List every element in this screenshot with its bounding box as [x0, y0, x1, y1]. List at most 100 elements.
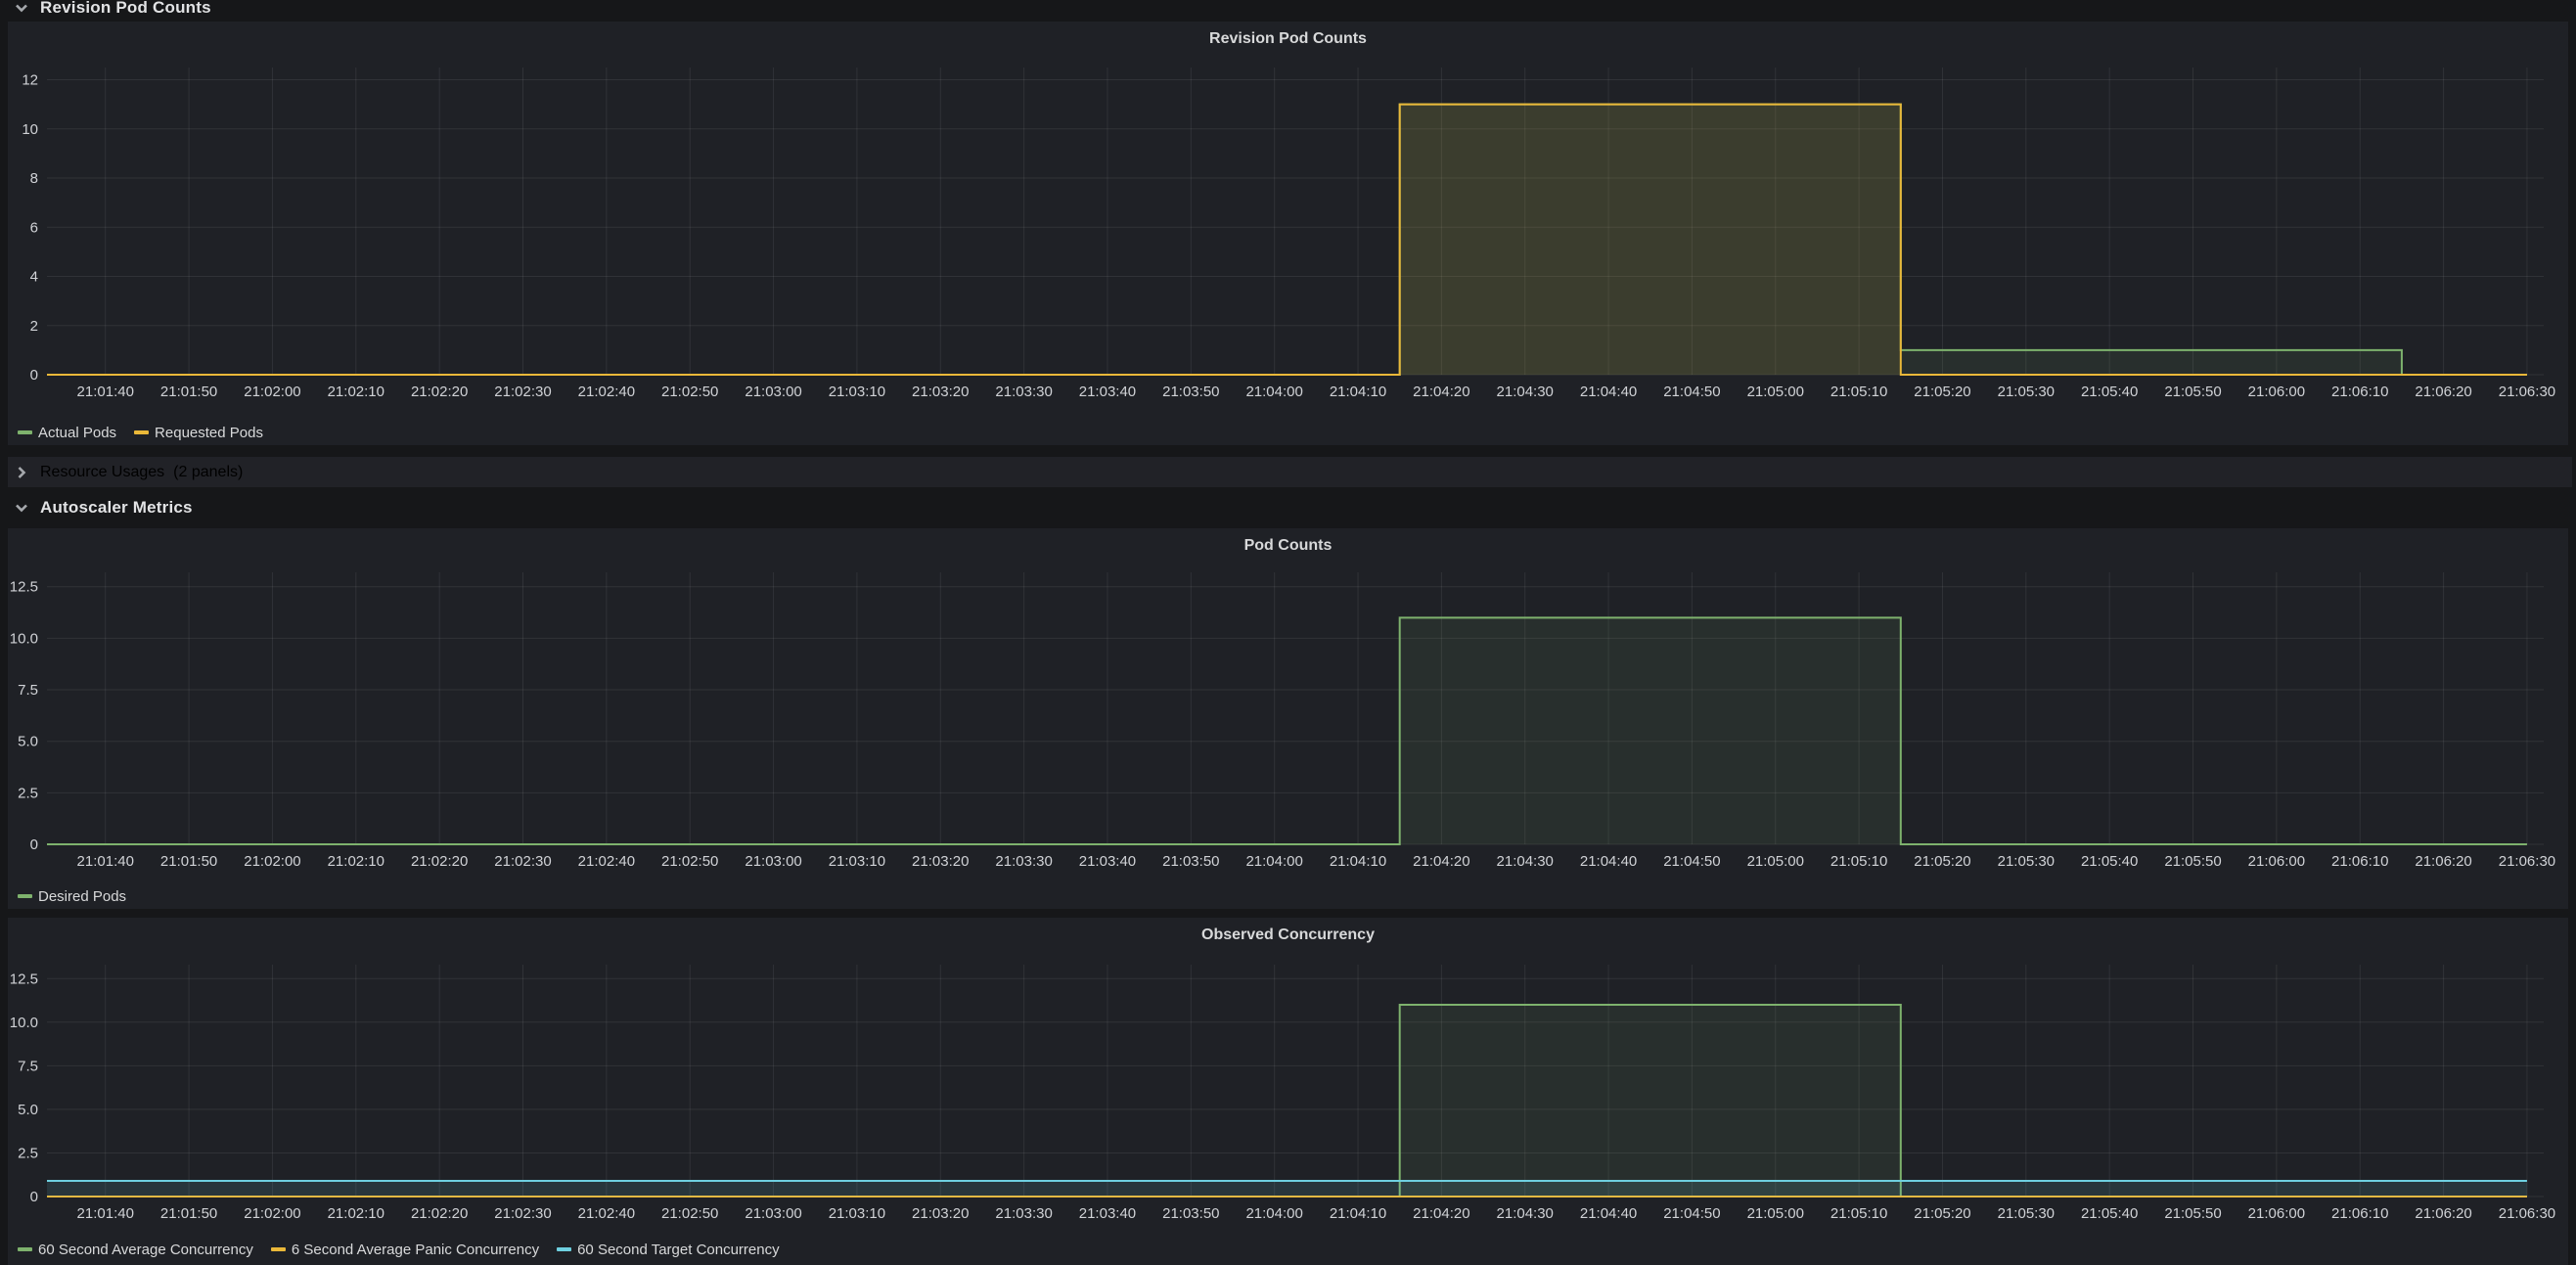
svg-text:21:03:10: 21:03:10 — [829, 1205, 885, 1222]
svg-text:21:05:00: 21:05:00 — [1747, 384, 1804, 400]
svg-text:0: 0 — [30, 1189, 38, 1205]
svg-text:21:02:10: 21:02:10 — [328, 384, 384, 400]
svg-text:21:04:40: 21:04:40 — [1580, 853, 1637, 870]
svg-text:21:03:40: 21:03:40 — [1079, 853, 1136, 870]
svg-text:21:01:50: 21:01:50 — [160, 1205, 217, 1222]
svg-text:21:05:30: 21:05:30 — [1998, 384, 2055, 400]
svg-text:21:05:20: 21:05:20 — [1914, 1205, 1970, 1222]
chevron-right-icon — [12, 463, 31, 482]
svg-text:21:03:40: 21:03:40 — [1079, 384, 1136, 400]
svg-text:21:06:00: 21:06:00 — [2248, 384, 2305, 400]
panel-title[interactable]: Revision Pod Counts — [8, 22, 2568, 57]
svg-text:21:05:20: 21:05:20 — [1914, 853, 1970, 870]
panel-observed-concurrency: Observed Concurrency 02.55.07.510.012.52… — [8, 918, 2568, 1265]
grafana-dashboard: Revision Pod Counts Revision Pod Counts … — [0, 0, 2576, 1265]
svg-text:7.5: 7.5 — [18, 682, 38, 699]
series-color-dash — [18, 430, 32, 434]
svg-text:21:06:00: 21:06:00 — [2248, 853, 2305, 870]
svg-text:7.5: 7.5 — [18, 1058, 38, 1074]
svg-text:21:02:40: 21:02:40 — [578, 384, 635, 400]
svg-text:21:05:40: 21:05:40 — [2081, 384, 2138, 400]
svg-text:21:04:50: 21:04:50 — [1663, 1205, 1720, 1222]
svg-text:21:02:50: 21:02:50 — [661, 853, 718, 870]
legend: 60 Second Average Concurrency 6 Second A… — [8, 1237, 2568, 1262]
svg-text:21:02:30: 21:02:30 — [494, 384, 551, 400]
svg-text:21:03:00: 21:03:00 — [745, 384, 801, 400]
svg-text:21:06:10: 21:06:10 — [2331, 1205, 2388, 1222]
legend-item-desired-pods[interactable]: Desired Pods — [18, 888, 126, 905]
svg-text:21:04:40: 21:04:40 — [1580, 1205, 1637, 1222]
svg-text:21:03:50: 21:03:50 — [1162, 853, 1219, 870]
svg-text:21:02:20: 21:02:20 — [411, 1205, 468, 1222]
svg-text:21:05:30: 21:05:30 — [1998, 853, 2055, 870]
svg-text:21:03:30: 21:03:30 — [995, 1205, 1052, 1222]
time-series-chart-observed-concurrency[interactable]: 02.55.07.510.012.521:01:4021:01:5021:02:… — [8, 953, 2568, 1237]
svg-text:21:06:30: 21:06:30 — [2499, 1205, 2555, 1222]
chevron-down-icon — [12, 498, 31, 518]
svg-text:21:02:20: 21:02:20 — [411, 853, 468, 870]
svg-text:21:03:40: 21:03:40 — [1079, 1205, 1136, 1222]
legend-item-60s-target-concurrency[interactable]: 60 Second Target Concurrency — [557, 1242, 780, 1258]
legend-item-6s-average-panic-concurrency[interactable]: 6 Second Average Panic Concurrency — [271, 1242, 539, 1258]
svg-text:21:03:30: 21:03:30 — [995, 384, 1052, 400]
legend-label: 60 Second Target Concurrency — [577, 1242, 780, 1258]
time-series-chart-pod-counts[interactable]: 02.55.07.510.012.521:01:4021:01:5021:02:… — [8, 564, 2568, 883]
legend-item-60s-average-concurrency[interactable]: 60 Second Average Concurrency — [18, 1242, 253, 1258]
svg-text:21:04:20: 21:04:20 — [1413, 384, 1469, 400]
panel-title[interactable]: Pod Counts — [8, 528, 2568, 564]
svg-text:21:02:20: 21:02:20 — [411, 384, 468, 400]
svg-text:21:04:00: 21:04:00 — [1245, 853, 1302, 870]
row-header-autoscaler-metrics[interactable]: Autoscaler Metrics — [8, 493, 193, 522]
svg-text:21:03:10: 21:03:10 — [829, 853, 885, 870]
svg-text:21:05:50: 21:05:50 — [2164, 1205, 2221, 1222]
svg-text:12.5: 12.5 — [10, 579, 38, 596]
time-series-chart-revision-pod-counts[interactable]: 02468101221:01:4021:01:5021:02:0021:02:1… — [8, 57, 2568, 420]
svg-text:21:04:10: 21:04:10 — [1330, 384, 1386, 400]
legend-label: 6 Second Average Panic Concurrency — [292, 1242, 539, 1258]
svg-text:21:06:20: 21:06:20 — [2415, 1205, 2471, 1222]
svg-text:8: 8 — [30, 170, 38, 187]
legend-item-requested-pods[interactable]: Requested Pods — [134, 425, 263, 441]
svg-text:21:03:00: 21:03:00 — [745, 1205, 801, 1222]
svg-text:21:02:00: 21:02:00 — [244, 1205, 300, 1222]
svg-text:12.5: 12.5 — [10, 971, 38, 987]
svg-text:21:03:30: 21:03:30 — [995, 853, 1052, 870]
svg-text:21:04:10: 21:04:10 — [1330, 853, 1386, 870]
svg-text:21:04:00: 21:04:00 — [1245, 1205, 1302, 1222]
svg-text:4: 4 — [30, 269, 38, 286]
svg-text:10.0: 10.0 — [10, 630, 38, 647]
svg-text:21:04:50: 21:04:50 — [1663, 384, 1720, 400]
row-header-revision-pod-counts[interactable]: Revision Pod Counts — [8, 0, 211, 23]
svg-text:21:05:00: 21:05:00 — [1747, 1205, 1804, 1222]
svg-text:21:04:10: 21:04:10 — [1330, 1205, 1386, 1222]
svg-text:21:03:50: 21:03:50 — [1162, 1205, 1219, 1222]
collapsed-panels-count: (2 panels) — [173, 464, 243, 481]
svg-text:5.0: 5.0 — [18, 734, 38, 750]
svg-text:21:03:10: 21:03:10 — [829, 384, 885, 400]
svg-text:21:01:40: 21:01:40 — [77, 1205, 134, 1222]
legend-label: Requested Pods — [155, 425, 263, 441]
svg-text:0: 0 — [30, 367, 38, 384]
svg-text:21:05:20: 21:05:20 — [1914, 384, 1970, 400]
legend-item-actual-pods[interactable]: Actual Pods — [18, 425, 116, 441]
svg-text:21:04:30: 21:04:30 — [1497, 1205, 1554, 1222]
svg-text:21:02:50: 21:02:50 — [661, 1205, 718, 1222]
row-title: Resource Usages — [40, 464, 164, 481]
series-color-dash — [18, 1247, 32, 1251]
row-header-resource-usages[interactable]: Resource Usages (2 panels) — [8, 457, 2572, 487]
panel-title[interactable]: Observed Concurrency — [8, 918, 2568, 953]
svg-text:21:05:10: 21:05:10 — [1830, 384, 1887, 400]
svg-text:21:02:30: 21:02:30 — [494, 1205, 551, 1222]
svg-text:21:04:50: 21:04:50 — [1663, 853, 1720, 870]
svg-text:21:04:30: 21:04:30 — [1497, 853, 1554, 870]
svg-text:21:06:30: 21:06:30 — [2499, 384, 2555, 400]
svg-text:21:02:40: 21:02:40 — [578, 1205, 635, 1222]
row-title: Revision Pod Counts — [40, 0, 211, 18]
svg-text:2.5: 2.5 — [18, 785, 38, 801]
svg-text:21:06:10: 21:06:10 — [2331, 384, 2388, 400]
legend-label: Actual Pods — [38, 425, 116, 441]
svg-text:21:06:20: 21:06:20 — [2415, 384, 2471, 400]
svg-text:6: 6 — [30, 219, 38, 236]
svg-text:2.5: 2.5 — [18, 1145, 38, 1161]
series-color-dash — [557, 1247, 571, 1251]
